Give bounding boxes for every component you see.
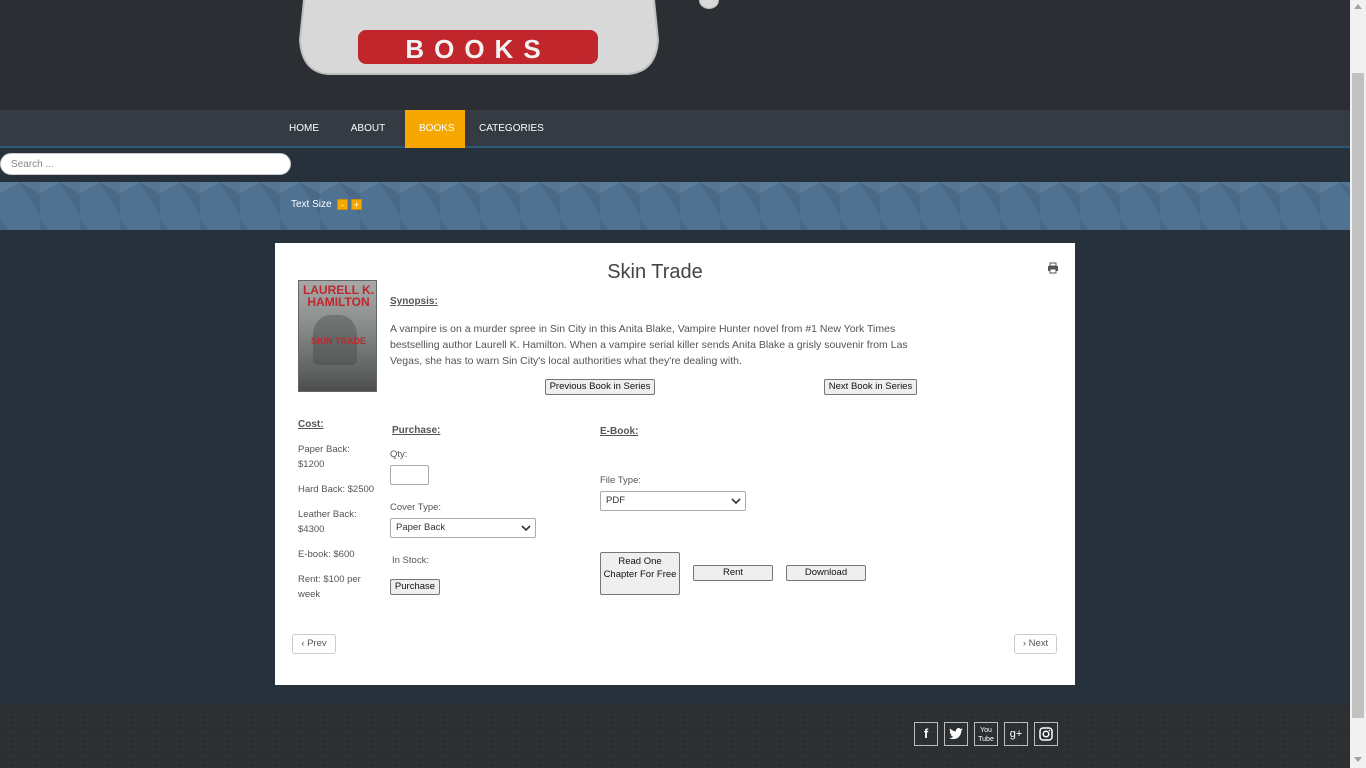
nav-item-about-us[interactable]: ABOUT US — [331, 110, 405, 172]
banner: Text Size - + — [0, 182, 1350, 230]
purchase-label: Purchase: — [392, 425, 441, 436]
search-input[interactable] — [0, 153, 291, 175]
qty-input[interactable] — [390, 465, 429, 485]
text-size-decrease-button[interactable]: - — [337, 199, 348, 210]
next-book-in-series-button[interactable]: Next Book in Series — [824, 379, 917, 395]
youtube-icon[interactable]: You Tube — [974, 722, 998, 746]
scroll-down-icon[interactable] — [1354, 757, 1362, 762]
book-title: Skin Trade — [607, 261, 703, 283]
nav-item-books[interactable]: BOOKS — [405, 110, 465, 148]
google-plus-icon[interactable]: g+ — [1004, 722, 1028, 746]
ebook-label: E-Book: — [600, 426, 639, 437]
text-size-increase-button[interactable]: + — [351, 199, 362, 210]
text-size-label: Text Size — [291, 199, 332, 210]
file-type-value: PDF — [606, 495, 625, 506]
prev-page-button[interactable]: ‹ Prev — [292, 634, 336, 654]
chevron-left-icon: ‹ — [301, 638, 305, 649]
print-icon[interactable] — [1047, 262, 1059, 274]
cover-type-select[interactable]: Paper Back — [390, 518, 536, 538]
page-scrollbar[interactable] — [1350, 0, 1366, 768]
cover-type-label: Cover Type: — [390, 502, 442, 513]
cover-title: SKIN TRADE — [310, 336, 366, 346]
cover-type-value: Paper Back — [396, 522, 446, 533]
site-header: BOOKS — [0, 0, 1350, 110]
chevron-down-icon — [731, 498, 741, 505]
next-page-button[interactable]: › Next — [1014, 634, 1057, 654]
in-stock-label: In Stock: — [392, 555, 429, 566]
rent-button[interactable]: Rent — [693, 565, 773, 581]
cost-label: Cost: — [298, 419, 324, 430]
chevron-down-icon — [521, 525, 531, 532]
logo-ornament-icon — [699, 0, 719, 9]
chevron-right-icon: › — [1022, 638, 1026, 649]
cost-paper-back: Paper Back: $1200 — [298, 444, 350, 470]
read-one-chapter-button[interactable]: Read One Chapter For Free — [600, 552, 680, 595]
qty-label: Qty: — [390, 449, 408, 460]
previous-book-in-series-button[interactable]: Previous Book in Series — [545, 379, 655, 395]
scrollbar-thumb[interactable] — [1352, 73, 1364, 718]
main-nav: HOME ABOUT US BOOKS CATEGORIES — [0, 110, 1350, 172]
nav-item-home[interactable]: HOME — [275, 110, 331, 148]
cost-leather-back: Leather Back: $4300 — [298, 509, 357, 535]
file-type-label: File Type: — [600, 475, 642, 486]
book-cover-image: LAURELL K. HAMILTON SKIN TRADE — [298, 280, 377, 392]
synopsis-label: Synopsis: — [390, 296, 438, 307]
cover-author: LAURELL K. HAMILTON — [302, 283, 375, 309]
search-bar — [0, 150, 1350, 182]
purchase-button[interactable]: Purchase — [390, 579, 440, 595]
svg-text:BOOKS: BOOKS — [405, 34, 550, 64]
scroll-up-icon[interactable] — [1354, 4, 1362, 9]
file-type-select[interactable]: PDF — [600, 491, 746, 511]
prev-label: Prev — [307, 638, 327, 649]
synopsis-text: A vampire is on a murder spree in Sin Ci… — [390, 323, 908, 367]
facebook-icon[interactable]: f — [914, 722, 938, 746]
site-logo[interactable]: BOOKS — [298, 0, 660, 78]
book-detail-card: Skin Trade LAURELL K. HAMILTON SKIN TRAD… — [275, 243, 1075, 685]
cost-ebook: E-book: $600 — [298, 549, 355, 560]
twitter-icon[interactable] — [944, 722, 968, 746]
instagram-icon[interactable] — [1034, 722, 1058, 746]
next-label: Next — [1028, 638, 1049, 649]
cost-hard-back: Hard Back: $2500 — [298, 484, 375, 495]
site-footer: f You Tube g+ — [0, 705, 1350, 768]
download-button[interactable]: Download — [786, 565, 866, 581]
nav-item-categories[interactable]: CATEGORIES — [465, 110, 551, 148]
cost-rent: Rent: $100 per week — [298, 574, 361, 600]
